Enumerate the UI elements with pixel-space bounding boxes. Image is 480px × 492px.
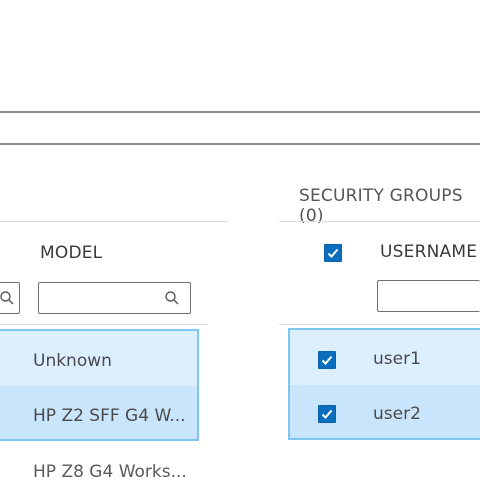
users-section-divider bbox=[279, 221, 480, 222]
username-search-input[interactable] bbox=[377, 280, 480, 312]
devices-section-divider bbox=[0, 221, 228, 222]
model-search-input[interactable] bbox=[38, 282, 191, 314]
model-cell[interactable]: HP Z8 G4 Works... bbox=[33, 462, 187, 482]
checkmark-icon bbox=[321, 355, 333, 365]
username-column-header[interactable]: USERNAME bbox=[380, 242, 477, 262]
username-cell: user2 bbox=[373, 404, 421, 424]
user-row-checkbox[interactable] bbox=[318, 405, 336, 423]
users-filter-divider bbox=[279, 324, 480, 325]
checkmark-icon bbox=[321, 409, 333, 419]
search-icon bbox=[0, 291, 14, 305]
top-bar-bottom-border bbox=[0, 143, 480, 145]
model-cell: Unknown bbox=[33, 351, 112, 371]
devices-filter-divider bbox=[0, 324, 208, 325]
search-icon bbox=[165, 291, 179, 305]
security-groups-title: SECURITY GROUPS (0) bbox=[299, 186, 463, 226]
select-all-checkbox[interactable] bbox=[324, 244, 342, 262]
previous-column-search-input[interactable] bbox=[0, 282, 20, 314]
username-cell: user1 bbox=[373, 349, 421, 369]
checkmark-icon bbox=[327, 248, 339, 258]
model-column-header[interactable]: MODEL bbox=[40, 243, 102, 263]
model-cell: HP Z2 SFF G4 W... bbox=[33, 406, 186, 426]
user-row-checkbox[interactable] bbox=[318, 351, 336, 369]
top-bar-top-border bbox=[0, 111, 480, 113]
